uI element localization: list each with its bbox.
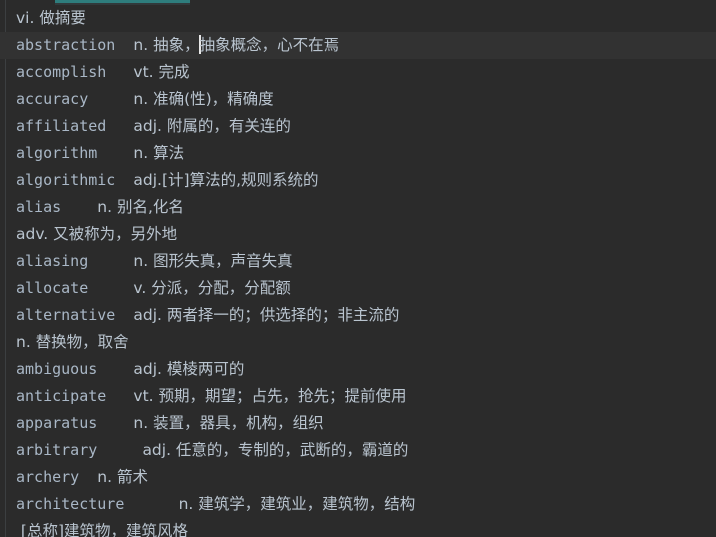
editor-line[interactable]: [总称]建筑物，建筑风格: [0, 518, 716, 537]
editor-line[interactable]: accuracy n. 准确(性)，精确度: [0, 86, 716, 113]
definition-text: adj. 任意的，专制的，武断的，霸道的: [142, 441, 409, 459]
vocabulary-word: anticipate: [16, 387, 107, 405]
line-indent-spacer: [106, 387, 133, 405]
editor-line[interactable]: algorithm n. 算法: [0, 140, 716, 167]
line-indent-spacer: [124, 495, 178, 513]
definition-text: n. 准确(性)，精确度: [133, 90, 274, 108]
vocabulary-word: archery: [16, 468, 80, 486]
vocabulary-word: affiliated: [16, 117, 107, 135]
definition-text: n. 图形失真，声音失真: [133, 252, 293, 270]
vocabulary-word: architecture: [16, 495, 125, 513]
line-indent-spacer: [115, 36, 133, 54]
vocabulary-word: accuracy: [16, 90, 89, 108]
editor-line[interactable]: archery n. 箭术: [0, 464, 716, 491]
line-indent-spacer: [97, 441, 142, 459]
editor-line[interactable]: vi. 做摘要: [0, 5, 716, 32]
editor-line[interactable]: adv. 又被称为，另外地: [0, 221, 716, 248]
line-indent-spacer: [79, 468, 97, 486]
editor-line[interactable]: ambiguous adj. 模棱两可的: [0, 356, 716, 383]
vocabulary-word: abstraction: [16, 36, 116, 54]
definition-text: adj. 两者择一的；供选择的；非主流的: [133, 306, 400, 324]
vocabulary-word: alias: [16, 198, 62, 216]
editor-line[interactable]: n. 替换物，取舍: [0, 329, 716, 356]
definition-text: n. 建筑学，建筑业，建筑物，结构: [178, 495, 416, 513]
definition-text: n. 装置，器具，机构，组织: [133, 414, 324, 432]
vocabulary-word: accomplish: [16, 63, 107, 81]
vocabulary-word: arbitrary: [16, 441, 98, 459]
line-indent-spacer: [88, 279, 133, 297]
definition-text: vt. 预期，期望；占先，抢先；提前使用: [133, 387, 407, 405]
editor-line[interactable]: apparatus n. 装置，器具，机构，组织: [0, 410, 716, 437]
definition-text: [总称]建筑物，建筑风格: [16, 522, 189, 537]
editor-line[interactable]: anticipate vt. 预期，期望；占先，抢先；提前使用: [0, 383, 716, 410]
line-indent-spacer: [106, 117, 133, 135]
definition-text: vi. 做摘要: [16, 9, 86, 27]
vocabulary-word: algorithmic: [16, 171, 116, 189]
vocabulary-word: aliasing: [16, 252, 89, 270]
line-indent-spacer: [97, 144, 133, 162]
line-indent-spacer: [61, 198, 97, 216]
definition-text: n. 别名,化名: [97, 198, 184, 216]
editor-lines[interactable]: vi. 做摘要 abstraction n. 抽象，抽象概念，心不在焉 accomp…: [0, 5, 716, 537]
definition-text-continued: 抽象概念，心不在焉: [199, 36, 340, 54]
line-indent-spacer: [97, 360, 133, 378]
definition-text: v. 分派，分配，分配额: [133, 279, 291, 297]
vocabulary-word: ambiguous: [16, 360, 98, 378]
line-indent-spacer: [88, 90, 133, 108]
line-indent-spacer: [88, 252, 133, 270]
definition-text: adj.[计]算法的,规则系统的: [133, 171, 319, 189]
editor-line[interactable]: architecture n. 建筑学，建筑业，建筑物，结构: [0, 491, 716, 518]
definition-text: n. 箭术: [97, 468, 148, 486]
definition-text: vt. 完成: [133, 63, 190, 81]
editor-line[interactable]: allocate v. 分派，分配，分配额: [0, 275, 716, 302]
editor-line[interactable]: arbitrary adj. 任意的，专制的，武断的，霸道的: [0, 437, 716, 464]
editor-line[interactable]: alternative adj. 两者择一的；供选择的；非主流的: [0, 302, 716, 329]
definition-text: adj. 模棱两可的: [133, 360, 245, 378]
definition-text: adv. 又被称为，另外地: [16, 225, 178, 243]
vocabulary-word: apparatus: [16, 414, 98, 432]
definition-text: n. 替换物，取舍: [16, 333, 129, 351]
definition-text: n. 抽象，: [133, 36, 200, 54]
editor-line[interactable]: abstraction n. 抽象，抽象概念，心不在焉: [0, 32, 716, 59]
definition-text: n. 算法: [133, 144, 185, 162]
vocabulary-word: algorithm: [16, 144, 98, 162]
editor-line[interactable]: alias n. 别名,化名: [0, 194, 716, 221]
line-indent-spacer: [115, 171, 133, 189]
line-indent-spacer: [106, 63, 133, 81]
editor-line[interactable]: algorithmic adj.[计]算法的,规则系统的: [0, 167, 716, 194]
editor-line[interactable]: affiliated adj. 附属的，有关连的: [0, 113, 716, 140]
vocabulary-word: allocate: [16, 279, 89, 297]
text-editor-pane[interactable]: vi. 做摘要 abstraction n. 抽象，抽象概念，心不在焉 accomp…: [0, 0, 716, 537]
vocabulary-word: alternative: [16, 306, 116, 324]
editor-line[interactable]: accomplish vt. 完成: [0, 59, 716, 86]
line-indent-spacer: [97, 414, 133, 432]
editor-line[interactable]: aliasing n. 图形失真，声音失真: [0, 248, 716, 275]
definition-text: adj. 附属的，有关连的: [133, 117, 291, 135]
line-indent-spacer: [115, 306, 133, 324]
